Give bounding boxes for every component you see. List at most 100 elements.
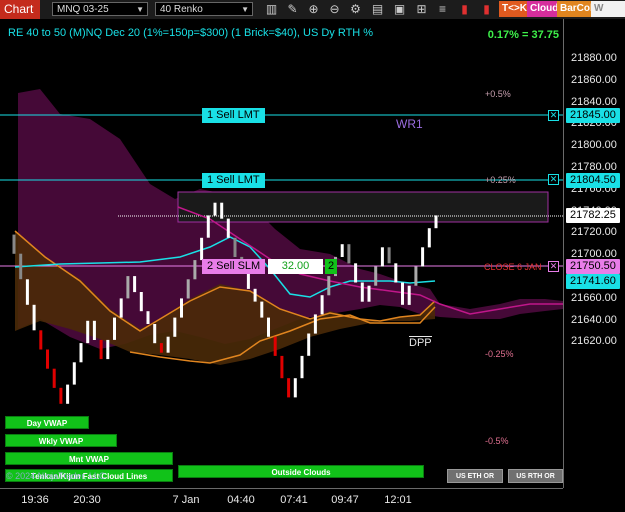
renko-brick-up: [206, 215, 210, 238]
renko-brick-down: [153, 324, 157, 344]
tk-badge[interactable]: T<>K: [499, 1, 531, 17]
renko-brick-down: [347, 244, 351, 264]
renko-brick-down: [401, 282, 404, 305]
renko-brick-up: [313, 314, 317, 334]
time-tick-label: 09:47: [331, 494, 359, 506]
price-tick-label: 21640.00: [571, 313, 617, 326]
day-vwap-button[interactable]: Day VWAP: [5, 416, 89, 429]
cancel-order-icon[interactable]: ✕: [548, 261, 559, 272]
chevron-down-icon: ▼: [136, 5, 144, 14]
renko-brick-down: [32, 304, 36, 331]
plus-quarter-percent-label: +0.25%: [485, 175, 516, 185]
zoom-in-icon[interactable]: ⊕: [306, 2, 321, 17]
bar-type-selector[interactable]: 40 Renko ▼: [155, 2, 253, 16]
renko-brick-up: [86, 320, 90, 344]
copyright-watermark: © 2024 NinjaTrader, LLC: [6, 471, 106, 481]
zoom-out-icon[interactable]: ⊖: [327, 2, 342, 17]
outside-clouds-button[interactable]: Outside Clouds: [178, 465, 424, 478]
renko-brick-up: [113, 317, 116, 340]
renko-brick-down: [159, 343, 163, 353]
time-tick-label: 12:01: [384, 494, 412, 506]
renko-brick-down: [92, 320, 96, 340]
renko-brick-up: [72, 362, 76, 385]
renko-brick-down: [99, 339, 103, 360]
renko-brick-up: [193, 260, 197, 280]
instrument-list-icon[interactable]: ≡: [435, 2, 450, 17]
draw-tools-icon[interactable]: ✎: [285, 2, 300, 17]
change-readout: 0.17% = 37.75: [487, 29, 559, 41]
cancel-order-icon[interactable]: ✕: [548, 110, 559, 121]
chart-title: RE 40 to 50 (M)NQ Dec 20 (1%=150p=$300) …: [8, 27, 374, 39]
mnt-vwap-button[interactable]: Mnt VWAP: [5, 452, 173, 465]
ma-price-tag: 21741.60: [566, 274, 620, 289]
sell-lmt-order-2[interactable]: 1 Sell LMT: [202, 173, 265, 188]
renko-brick-down: [12, 234, 16, 254]
renko-brick-up: [126, 276, 130, 299]
cancel-order-icon[interactable]: ✕: [548, 174, 559, 185]
renko-brick-down: [133, 276, 137, 293]
renko-brick-up: [293, 378, 297, 398]
renko-brick-up: [66, 384, 70, 404]
us-rth-or-button[interactable]: US RTH OR: [508, 469, 563, 483]
renko-brick-up: [300, 355, 304, 379]
time-tick-label: 04:40: [227, 494, 255, 506]
range-box: [177, 191, 549, 223]
renko-brick-down: [46, 349, 49, 369]
renko-brick-down: [146, 311, 150, 324]
properties-icon[interactable]: ⊞: [414, 2, 429, 17]
slm-price-offset[interactable]: 32.00: [268, 259, 323, 274]
renko-brick-up: [414, 266, 418, 286]
sell-lmt-order-1[interactable]: 1 Sell LMT: [202, 108, 265, 123]
renko-brick-down: [273, 336, 277, 356]
renko-brick-down: [25, 279, 29, 305]
renko-brick-down: [387, 247, 391, 264]
renko-brick-down: [253, 288, 257, 302]
price-tick-label: 21720.00: [571, 226, 617, 239]
instrument-selector[interactable]: MNQ 03-25 ▼: [52, 2, 148, 16]
renko-brick-up: [119, 298, 123, 318]
price-tick-label: 21840.00: [571, 95, 617, 108]
renko-brick-up: [200, 237, 204, 261]
wvwap-badge[interactable]: W VWAP: [591, 1, 625, 30]
price-tick-label: 21860.00: [571, 73, 617, 86]
renko-brick-down: [287, 378, 291, 398]
slm-quantity[interactable]: 2: [325, 259, 337, 274]
renko-brick-up: [434, 215, 438, 229]
template-icon[interactable]: ▤: [370, 2, 385, 17]
time-tick-label: 07:41: [280, 494, 308, 506]
renko-brick-up: [186, 279, 190, 299]
wkly-vwap-button[interactable]: Wkly VWAP: [5, 434, 117, 447]
time-tick-label: 19:36: [21, 494, 49, 506]
renko-brick-down: [354, 263, 358, 283]
sell-slm-order[interactable]: 2 Sell SLM: [202, 259, 266, 274]
renko-brick-up: [374, 266, 378, 286]
renko-brick-up: [79, 343, 83, 363]
price-tick-label: 21660.00: [571, 291, 617, 304]
bar-type-value: 40 Renko: [160, 4, 203, 15]
barcol-badge[interactable]: BarCol: [557, 1, 596, 17]
chart-tab[interactable]: Chart: [0, 0, 40, 19]
chart-trader-icon[interactable]: ▣: [392, 2, 407, 17]
indicator-icon[interactable]: ▮: [479, 2, 494, 17]
last-price-tag: 21782.25: [566, 208, 620, 223]
renko-brick-down: [52, 368, 56, 388]
strategy-icon[interactable]: ▮: [457, 2, 472, 17]
renko-brick-up: [106, 339, 110, 360]
renko-brick-up: [340, 244, 344, 257]
instrument-value: MNQ 03-25: [57, 4, 109, 15]
time-tick-label: 20:30: [73, 494, 101, 506]
renko-brick-down: [226, 218, 230, 238]
renko-brick-down: [139, 292, 143, 312]
renko-brick-up: [213, 202, 217, 216]
renko-brick-up: [427, 228, 431, 248]
minus-quarter-percent-label: -0.25%: [485, 349, 514, 359]
renko-brick-down: [360, 282, 364, 302]
settings-icon[interactable]: ⚙: [348, 2, 363, 17]
us-eth-or-button[interactable]: US ETH OR: [447, 469, 503, 483]
renko-brick-down: [233, 237, 237, 257]
bar-style-icon[interactable]: ▥: [264, 2, 279, 17]
wr1-label: WR1: [396, 117, 423, 131]
dpp-label: DPP: [409, 336, 432, 349]
renko-brick-down: [59, 387, 63, 404]
price-tick-label: 21880.00: [571, 52, 617, 64]
